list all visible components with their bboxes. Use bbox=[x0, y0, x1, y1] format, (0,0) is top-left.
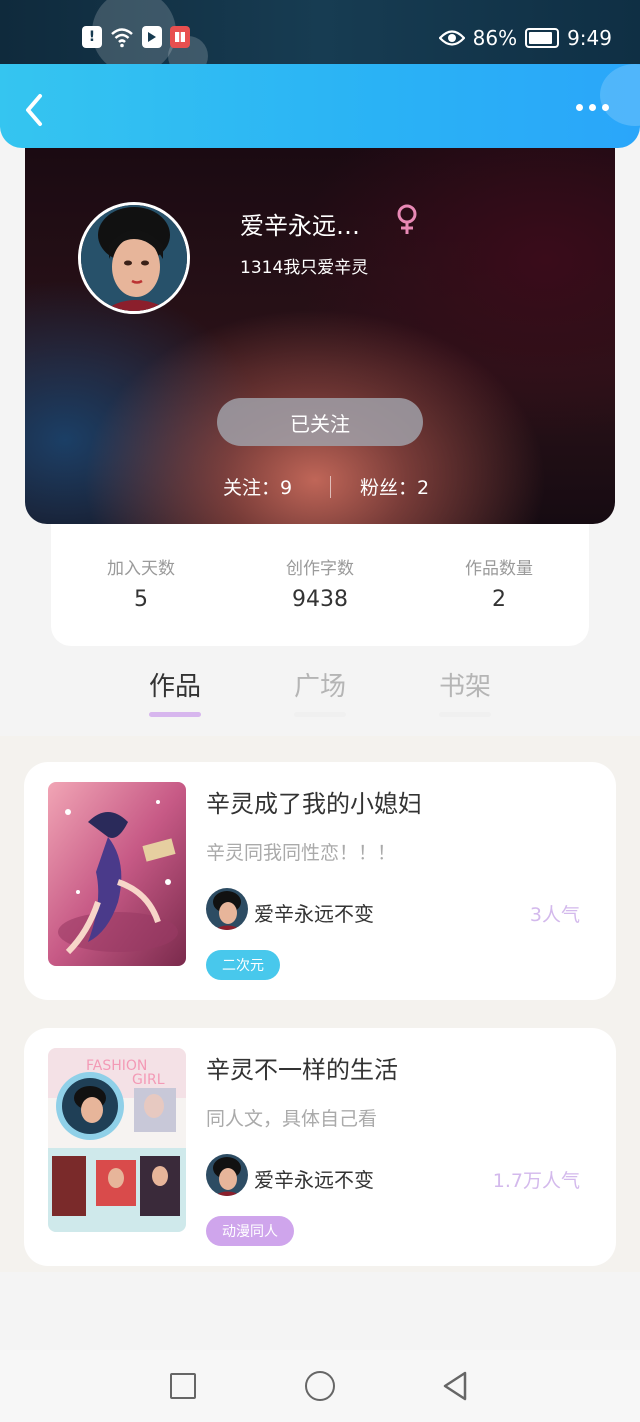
home-icon[interactable] bbox=[305, 1371, 335, 1401]
work-card[interactable]: FASHION GIRL 辛灵不一样的生活 同人文，具体自己看 爱辛永远不变 1… bbox=[24, 1028, 616, 1266]
work-tag[interactable]: 动漫同人 bbox=[206, 1216, 294, 1246]
work-description: 同人文，具体自己看 bbox=[206, 1108, 378, 1130]
alert-icon: ! bbox=[82, 26, 102, 48]
system-nav-bar bbox=[0, 1350, 640, 1422]
tab-bar: 作品 广场 书架 bbox=[0, 660, 640, 730]
chevron-left-icon[interactable] bbox=[20, 92, 50, 128]
author-avatar[interactable] bbox=[206, 888, 248, 930]
divider bbox=[330, 476, 331, 498]
cover-text: GIRL bbox=[132, 1072, 165, 1088]
stat-value: 5 bbox=[134, 587, 148, 612]
work-title[interactable]: 辛灵成了我的小媳妇 bbox=[206, 784, 422, 819]
stat-value: 9438 bbox=[292, 587, 348, 612]
tab-indicator bbox=[294, 712, 346, 717]
stat-word-count: 创作字数 9438 bbox=[260, 554, 380, 612]
status-bar: ! 86% 9:49 bbox=[0, 0, 640, 76]
follow-counts: 关注：9 粉丝：2 bbox=[25, 473, 615, 503]
decorative-bubble bbox=[600, 64, 640, 126]
female-icon bbox=[397, 204, 417, 234]
back-triangle-icon[interactable] bbox=[441, 1370, 469, 1402]
profile-signature: 1314我只爱辛灵 bbox=[240, 258, 369, 278]
stats-panel: 加入天数 5 创作字数 9438 作品数量 2 bbox=[51, 520, 589, 646]
avatar[interactable] bbox=[78, 202, 190, 314]
work-cover-image[interactable] bbox=[48, 782, 186, 966]
tab-indicator bbox=[439, 712, 491, 717]
app-icon bbox=[142, 26, 162, 48]
work-tag[interactable]: 二次元 bbox=[206, 950, 280, 980]
work-card[interactable]: 辛灵成了我的小媳妇 辛灵同我同性恋！！！ 爱辛永远不变 3人气 二次元 bbox=[24, 762, 616, 1000]
popularity-count: 1.7万人气 bbox=[492, 1170, 580, 1192]
followed-button[interactable]: 已关注 bbox=[217, 398, 423, 446]
more-dots-icon[interactable] bbox=[576, 104, 612, 116]
works-list: 辛灵成了我的小媳妇 辛灵同我同性恋！！！ 爱辛永远不变 3人气 二次元 FASH… bbox=[0, 736, 640, 1272]
battery-percent: 86% bbox=[472, 26, 518, 50]
recent-apps-icon[interactable] bbox=[170, 1373, 196, 1399]
tab-bookshelf[interactable]: 书架 bbox=[420, 666, 510, 703]
stat-works-count: 作品数量 2 bbox=[439, 554, 559, 612]
tab-square[interactable]: 广场 bbox=[275, 666, 365, 703]
stat-label: 作品数量 bbox=[465, 559, 533, 579]
work-title[interactable]: 辛灵不一样的生活 bbox=[206, 1050, 398, 1085]
top-nav bbox=[0, 64, 640, 148]
tab-indicator bbox=[149, 712, 201, 717]
battery-icon bbox=[525, 28, 560, 48]
stat-value: 2 bbox=[492, 587, 506, 612]
book-app-icon bbox=[170, 26, 190, 48]
stat-label: 创作字数 bbox=[286, 559, 354, 579]
author-name[interactable]: 爱辛永远不变 bbox=[254, 1164, 374, 1193]
fans-count[interactable]: 粉丝：2 bbox=[360, 473, 429, 500]
tab-works[interactable]: 作品 bbox=[130, 666, 220, 703]
clock: 9:49 bbox=[567, 26, 612, 50]
work-description: 辛灵同我同性恋！！！ bbox=[206, 842, 397, 864]
profile-name: 爱辛永远… bbox=[240, 212, 360, 240]
wifi-icon bbox=[111, 28, 133, 48]
author-avatar[interactable] bbox=[206, 1154, 248, 1196]
following-count[interactable]: 关注：9 bbox=[223, 473, 292, 500]
popularity-count: 3人气 bbox=[529, 904, 580, 926]
profile-header: 爱辛永远… 1314我只爱辛灵 已关注 关注：9 粉丝：2 bbox=[25, 140, 615, 524]
work-cover-image[interactable]: FASHION GIRL bbox=[48, 1048, 186, 1232]
author-name[interactable]: 爱辛永远不变 bbox=[254, 898, 374, 927]
stat-join-days: 加入天数 5 bbox=[81, 554, 201, 612]
eye-icon bbox=[438, 30, 465, 46]
stat-label: 加入天数 bbox=[107, 559, 175, 579]
